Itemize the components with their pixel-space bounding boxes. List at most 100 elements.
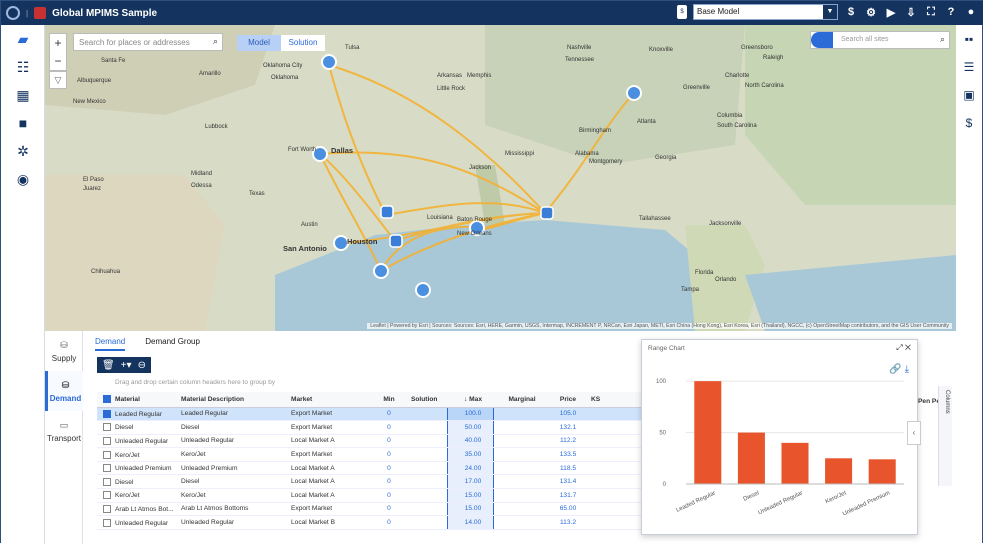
row-checkbox[interactable] bbox=[103, 450, 111, 459]
chart-bar[interactable] bbox=[694, 381, 722, 484]
cell[interactable]: Diesel bbox=[175, 420, 285, 435]
cell-material[interactable]: Kero/Jet bbox=[97, 447, 175, 462]
cell[interactable]: Unleaded Regular bbox=[175, 434, 285, 449]
close-icon[interactable]: ✕ bbox=[905, 343, 911, 352]
cell[interactable]: Kero/Jet bbox=[175, 488, 285, 503]
table-icon[interactable]: ☷ bbox=[1, 53, 45, 81]
cell[interactable]: Export Market bbox=[285, 502, 367, 517]
place-search-input[interactable]: Search for places or addresses ⌕ bbox=[73, 33, 223, 51]
cell[interactable]: Unleaded Regular bbox=[175, 515, 285, 530]
table-row[interactable]: Diesel Diesel Local Market A 0 17.00 131.4 bbox=[97, 474, 697, 490]
site-search-input[interactable]: Search all sites ⌕ bbox=[810, 31, 950, 49]
row-checkbox[interactable] bbox=[103, 518, 111, 527]
col-solution[interactable]: Solution bbox=[405, 392, 447, 408]
cell[interactable]: 15.00 bbox=[446, 488, 494, 503]
cell-material[interactable]: Unleaded Regular bbox=[97, 434, 175, 449]
table-row[interactable]: Diesel Diesel Export Market 0 50.00 132.1 bbox=[97, 420, 697, 435]
cell[interactable]: Local Market A bbox=[285, 488, 367, 503]
delete-icon[interactable]: 🗑 bbox=[102, 360, 115, 371]
cost-icon[interactable]: $ bbox=[955, 109, 983, 137]
scenario-select[interactable]: Base Model ▼ bbox=[693, 4, 838, 20]
cell[interactable]: 35.00 bbox=[446, 447, 494, 462]
cell[interactable] bbox=[493, 488, 545, 503]
group-by-zone[interactable]: Drag and drop certain column headers her… bbox=[97, 379, 647, 391]
cell[interactable]: 105.0 bbox=[545, 407, 585, 422]
col-price[interactable]: Price bbox=[545, 392, 585, 408]
chart-bar[interactable] bbox=[868, 459, 896, 484]
cell[interactable]: 0 bbox=[367, 447, 405, 462]
col-market[interactable]: Market bbox=[285, 392, 367, 408]
row-checkbox[interactable] bbox=[103, 464, 111, 473]
cell[interactable]: 14.00 bbox=[446, 515, 494, 530]
cell[interactable]: 112.2 bbox=[545, 434, 585, 449]
expand-icon[interactable]: ⤢ bbox=[896, 343, 905, 352]
mode-solution-button[interactable]: Solution bbox=[281, 35, 325, 51]
row-checkbox[interactable] bbox=[103, 423, 111, 432]
cell[interactable]: Export Market bbox=[285, 420, 367, 435]
filter-icon[interactable]: ▽ bbox=[49, 71, 67, 89]
cell[interactable]: 65.00 bbox=[545, 502, 585, 517]
cell[interactable]: 132.1 bbox=[545, 420, 585, 435]
tab-supply[interactable]: ⛁ Supply bbox=[45, 331, 83, 371]
cell-material[interactable]: Arab Lt Atmos Bot... bbox=[97, 502, 175, 517]
cell[interactable] bbox=[405, 434, 447, 449]
cell[interactable]: 0 bbox=[367, 515, 405, 530]
cell[interactable]: Kero/Jet bbox=[175, 447, 285, 462]
cell[interactable]: 40.00 bbox=[446, 434, 494, 449]
col-min[interactable]: Min bbox=[367, 392, 405, 408]
cell[interactable]: Export Market bbox=[285, 447, 367, 462]
cell[interactable] bbox=[405, 407, 447, 422]
table-row[interactable]: Kero/Jet Kero/Jet Export Market 0 35.00 133.5 bbox=[97, 447, 697, 462]
user-icon[interactable]: ● bbox=[964, 6, 978, 18]
cell[interactable] bbox=[493, 434, 545, 449]
cell[interactable]: 0 bbox=[367, 407, 405, 422]
select-all-checkbox[interactable] bbox=[103, 395, 111, 404]
chevron-left-icon[interactable]: ‹ bbox=[907, 421, 921, 445]
mode-model-button[interactable]: Model bbox=[237, 35, 281, 51]
cell[interactable]: 100.0 bbox=[446, 407, 494, 422]
briefcase-icon[interactable]: ■ bbox=[1, 109, 45, 137]
tab-demand-group[interactable]: Demand Group bbox=[145, 337, 200, 351]
search-icon[interactable]: ⌕ bbox=[940, 34, 945, 45]
table-row[interactable]: Leaded Regular Leaded Regular Export Marke… bbox=[97, 407, 697, 422]
cell-material[interactable]: Diesel bbox=[97, 474, 175, 490]
tab-transport[interactable]: ▭ Transport bbox=[45, 411, 83, 451]
row-checkbox[interactable] bbox=[103, 436, 111, 445]
cell[interactable]: 0 bbox=[367, 488, 405, 503]
cell[interactable]: Diesel bbox=[175, 474, 285, 490]
table-row[interactable]: Unleaded Premium Unleaded Premium Local Ma… bbox=[97, 461, 697, 476]
cell[interactable] bbox=[405, 420, 447, 435]
columns-panel-tab[interactable]: Columns bbox=[938, 386, 952, 486]
col-marginal[interactable]: Marginal bbox=[493, 392, 545, 408]
row-checkbox[interactable] bbox=[103, 409, 111, 418]
search-icon[interactable]: ⌕ bbox=[213, 36, 218, 47]
cell[interactable] bbox=[405, 488, 447, 503]
table-row[interactable]: Arab Lt Atmos Bot... Arab Lt Atmos Bottom… bbox=[97, 502, 697, 517]
run-model-icon[interactable]: ⚙ bbox=[864, 6, 878, 19]
cell[interactable] bbox=[405, 461, 447, 476]
chart-bar[interactable] bbox=[781, 442, 809, 484]
cell-material[interactable]: Unleaded Regular bbox=[97, 515, 175, 530]
cell[interactable]: 131.7 bbox=[545, 488, 585, 503]
table-row[interactable]: Kero/Jet Kero/Jet Local Market A 0 15.00 131.… bbox=[97, 488, 697, 503]
grid-icon[interactable]: ▪▪ bbox=[955, 25, 983, 53]
cell[interactable]: 0 bbox=[367, 434, 405, 449]
row-checkbox[interactable] bbox=[103, 504, 111, 513]
chevron-down-icon[interactable]: ▼ bbox=[823, 5, 837, 19]
export-icon[interactable]: ⇩ bbox=[904, 6, 918, 19]
cell[interactable]: 131.4 bbox=[545, 474, 585, 490]
cell[interactable] bbox=[493, 447, 545, 462]
zoom-out-button[interactable]: − bbox=[54, 52, 61, 70]
remove-icon[interactable]: ⊖ bbox=[138, 360, 146, 371]
cell[interactable] bbox=[493, 420, 545, 435]
gear-icon[interactable]: ✲ bbox=[1, 137, 45, 165]
cell[interactable] bbox=[405, 447, 447, 462]
zoom-in-button[interactable]: + bbox=[54, 34, 61, 52]
cell[interactable]: Local Market A bbox=[285, 474, 367, 490]
dashboard-icon[interactable]: ▦ bbox=[1, 81, 45, 109]
add-icon[interactable]: +▾ bbox=[121, 360, 132, 371]
panel-icon[interactable]: ▣ bbox=[955, 81, 983, 109]
tab-demand-grid[interactable]: Demand bbox=[95, 337, 126, 351]
cell[interactable]: Leaded Regular bbox=[175, 407, 285, 422]
dollar-icon[interactable]: $ bbox=[844, 6, 858, 18]
